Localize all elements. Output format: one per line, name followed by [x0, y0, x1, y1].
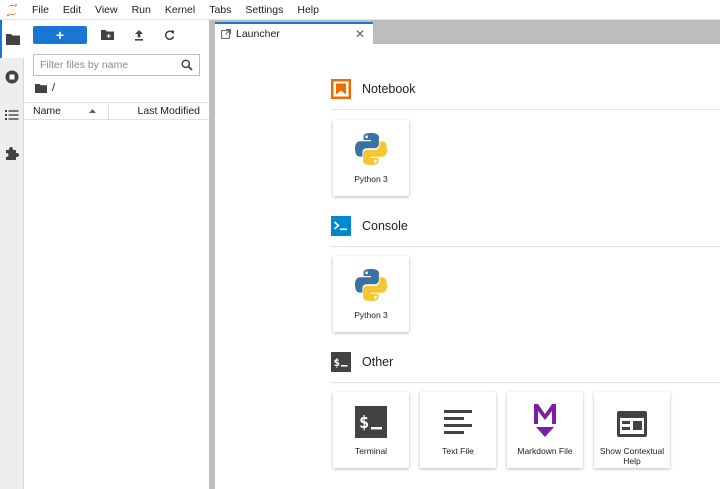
menu-help[interactable]: Help	[290, 0, 326, 20]
console-section-divider	[331, 246, 720, 247]
tab-bar: Launcher ✕	[215, 20, 720, 44]
other-section: $ Other	[331, 350, 720, 374]
contextual-help-icon	[617, 411, 647, 437]
notebook-icon	[331, 79, 351, 99]
jupyter-logo-icon	[0, 0, 24, 20]
menu-file[interactable]: File	[24, 0, 56, 20]
section-title: Other	[362, 355, 394, 369]
console-icon	[331, 216, 351, 236]
upload-button[interactable]	[123, 26, 154, 44]
other-section-divider	[331, 382, 720, 383]
notebook-section: Notebook	[331, 77, 720, 101]
svg-text:$: $	[334, 356, 341, 369]
main-area: Launcher ✕ Notebook Python 3 Console Pyt…	[215, 20, 720, 489]
console-python3-card[interactable]: Python 3	[333, 256, 409, 332]
card-label: Show Contextual Help	[599, 446, 665, 466]
notebook-section-header: Notebook	[331, 77, 720, 101]
section-title: Notebook	[362, 82, 416, 96]
menu-edit[interactable]: Edit	[56, 0, 88, 20]
other-section-header: $ Other	[331, 350, 720, 374]
close-tab-icon[interactable]: ✕	[352, 27, 368, 41]
markdown-file-card[interactable]: Markdown File	[507, 392, 583, 468]
activity-bar	[0, 20, 24, 489]
refresh-button[interactable]	[154, 26, 185, 44]
console-section-header: Console	[331, 214, 720, 238]
filter-box	[33, 54, 200, 76]
card-label: Python 3	[354, 310, 388, 320]
breadcrumb[interactable]: /	[24, 76, 209, 100]
new-launcher-button[interactable]: +	[33, 26, 87, 44]
tab-launcher[interactable]: Launcher ✕	[215, 22, 373, 44]
file-browser-toolbar: +	[24, 20, 209, 50]
menu-view[interactable]: View	[88, 0, 125, 20]
column-last-modified-header[interactable]: Last Modified	[109, 105, 209, 117]
file-browser-tab[interactable]	[0, 20, 24, 58]
column-name-header[interactable]: Name	[24, 103, 109, 119]
menu-settings[interactable]: Settings	[238, 0, 290, 20]
card-label: Terminal	[354, 446, 388, 456]
svg-text:$: $	[359, 413, 369, 433]
search-icon	[181, 59, 193, 71]
card-label: Text File	[442, 446, 474, 456]
terminal-icon: $	[355, 406, 387, 438]
table-of-contents-tab[interactable]	[0, 96, 24, 134]
python-icon	[355, 269, 387, 301]
other-icon: $	[331, 352, 351, 372]
launcher: Notebook Python 3 Console Python 3 $ Oth…	[215, 44, 720, 489]
menu-kernel[interactable]: Kernel	[158, 0, 202, 20]
jupyterlab-window: File Edit View Run Kernel Tabs Settings …	[0, 0, 720, 489]
markdown-icon	[534, 404, 556, 437]
new-folder-button[interactable]	[92, 26, 123, 44]
card-label: Python 3	[354, 174, 388, 184]
show-contextual-help-card[interactable]: Show Contextual Help	[594, 392, 670, 468]
tab-label: Launcher	[236, 28, 280, 40]
text-file-icon	[444, 410, 472, 434]
menu-tabs[interactable]: Tabs	[202, 0, 238, 20]
menu-run[interactable]: Run	[125, 0, 158, 20]
terminal-card[interactable]: $ Terminal	[333, 392, 409, 468]
column-name-label: Name	[33, 105, 62, 117]
list-icon	[5, 110, 19, 120]
notebook-python3-card[interactable]: Python 3	[333, 120, 409, 196]
text-file-card[interactable]: Text File	[420, 392, 496, 468]
menu-bar: File Edit View Run Kernel Tabs Settings …	[0, 0, 720, 20]
refresh-icon	[164, 30, 175, 40]
stop-circle-icon	[5, 70, 19, 84]
upload-icon	[134, 29, 143, 41]
filter-files-input[interactable]	[34, 56, 174, 74]
puzzle-icon	[6, 147, 19, 160]
new-folder-icon	[101, 30, 114, 40]
sort-caret-up-icon	[89, 109, 96, 113]
console-section: Console	[331, 214, 720, 238]
file-list-header: Name Last Modified	[24, 102, 209, 120]
file-browser-panel: + Filter files by name / Name Last Modif…	[24, 20, 210, 489]
card-label: Markdown File	[517, 446, 573, 456]
folder-icon	[35, 83, 47, 93]
folder-icon	[6, 34, 20, 45]
breadcrumb-root[interactable]: /	[52, 82, 55, 94]
python-icon	[355, 133, 387, 165]
running-sessions-tab[interactable]	[0, 58, 24, 96]
notebook-section-divider	[331, 109, 720, 110]
section-title: Console	[362, 219, 408, 233]
launcher-tab-icon	[221, 29, 231, 39]
extension-manager-tab[interactable]	[0, 134, 24, 172]
